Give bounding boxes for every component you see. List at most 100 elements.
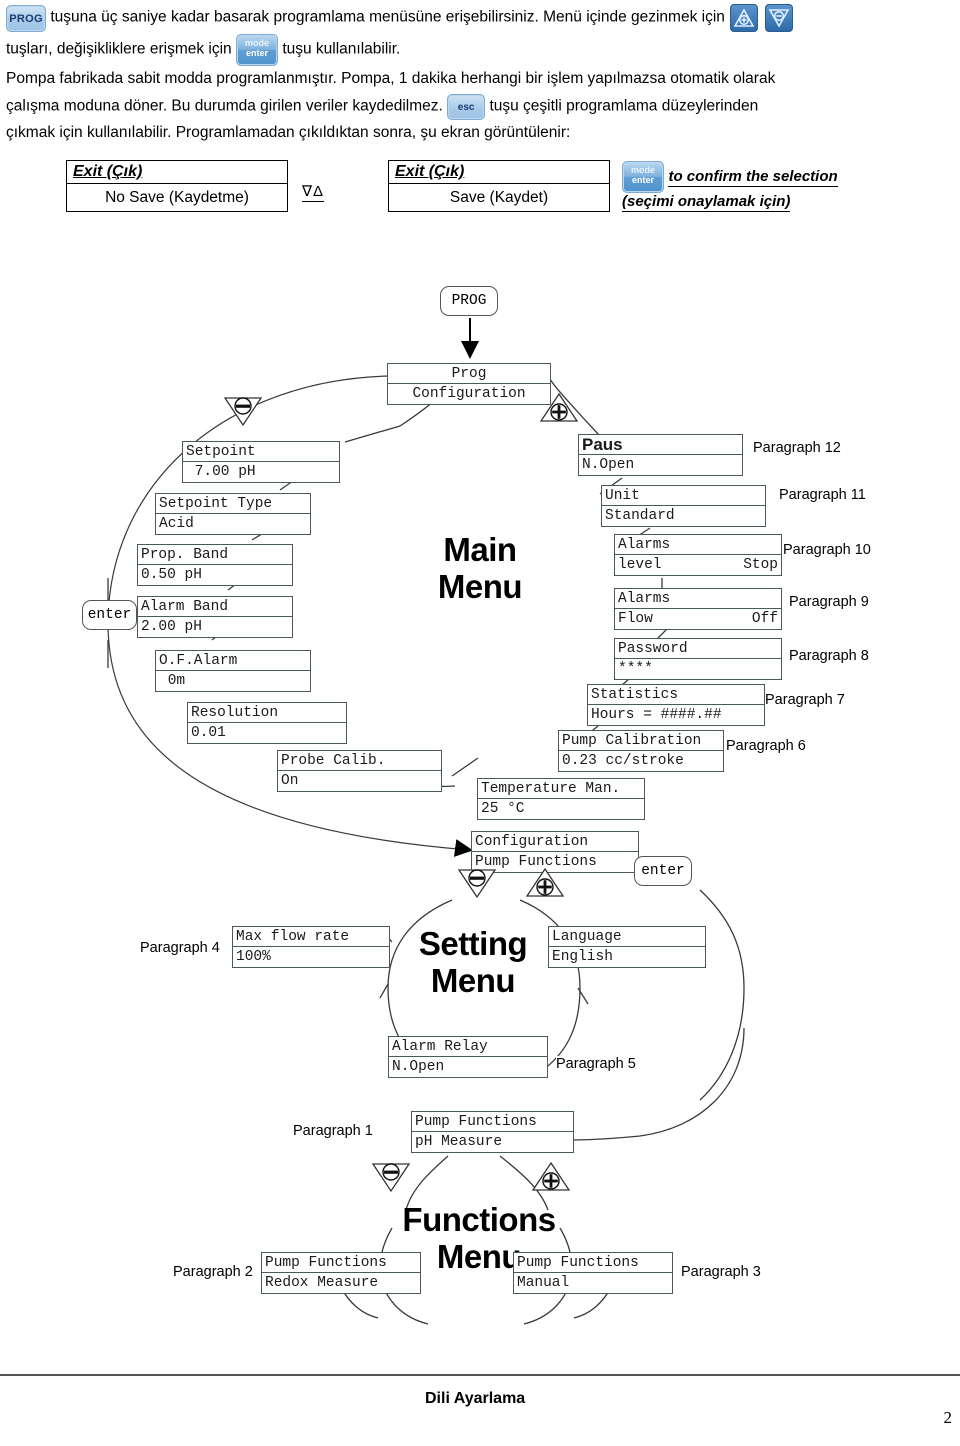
screen-setpoint: Setpoint 7.00 pH: [182, 441, 340, 483]
down-minus-triangle-icon-functions: [370, 1160, 412, 1199]
screen-line1: Setpoint: [186, 444, 256, 460]
up-plus-triangle-icon-functions: [530, 1160, 572, 1199]
intro-text-3: tuşu kullanılabilir.: [282, 40, 401, 58]
screen-prop-band: Prop. Band 0.50 pH: [137, 544, 293, 586]
setting-menu-line1: Setting: [418, 925, 528, 962]
menu-flow-diagram: PROG Prog Configuration Setpoint 7.00 pH…: [0, 228, 960, 1368]
setting-menu-line2: Menu: [430, 961, 516, 999]
exit-screen-no-save: Exit (Çık) No Save (Kaydetme): [66, 160, 288, 212]
down-minus-triangle-icon-setting: [456, 866, 498, 905]
enter-button-right[interactable]: enter: [634, 856, 692, 886]
footer-divider: [0, 1374, 960, 1376]
screen-line2: Redox Measure: [265, 1275, 379, 1291]
screen-line2: 100%: [236, 949, 271, 965]
screen-line1: Temperature Man.: [481, 781, 621, 797]
screen-line1: Pump Functions: [517, 1255, 639, 1271]
mode-key-label-2: mode: [630, 165, 655, 175]
screen-line1: O.F.Alarm: [159, 653, 238, 669]
up-triangle-plus-icon: [730, 4, 759, 32]
exit-save-title: Exit (Çık): [389, 161, 609, 184]
mode-enter-key-icon-2: mode enter: [622, 161, 664, 193]
screen-line1: Statistics: [591, 687, 679, 703]
down-minus-triangle-icon-main: [222, 394, 264, 433]
screen-line1: Pump Calibration: [562, 733, 702, 749]
enter-key-label: enter: [245, 48, 268, 59]
paragraph-label-5: Paragraph 5: [556, 1056, 636, 1072]
mode-enter-key-icon: mode enter: [236, 34, 278, 66]
screen-line2-right: Stop: [743, 557, 778, 573]
screen-line1: Unit: [605, 488, 640, 504]
esc-key-icon: esc: [447, 93, 486, 120]
setting-menu-label: Setting Menu: [405, 925, 541, 1000]
intro-text-4: Pompa fabrikada sabit modda programlanmı…: [6, 70, 776, 87]
screen-setpoint-type: Setpoint Type Acid: [155, 493, 311, 535]
up-down-nav-glyph: ∇Δ: [302, 183, 325, 202]
screen-line2: 0.01: [191, 725, 226, 741]
paragraph-label-8: Paragraph 8: [789, 648, 869, 664]
screen-line2: ****: [618, 661, 653, 677]
screen-line1: Language: [552, 929, 622, 945]
paragraph-label-9: Paragraph 9: [789, 594, 869, 610]
screen-line1: Pump Functions: [265, 1255, 387, 1271]
functions-menu-line1: Functions: [402, 1201, 556, 1238]
page-number: 2: [943, 1408, 953, 1427]
intro-text-5: çalışma moduna döner. Bu durumda girilen…: [6, 97, 443, 115]
screen-line1: Pump Functions: [415, 1114, 537, 1130]
screen-alarms-level: Alarms level Stop: [614, 534, 782, 576]
screen-resolution: Resolution 0.01: [187, 702, 347, 744]
down-triangle-minus-icon: [764, 4, 793, 32]
screen-line1: Alarm Relay: [392, 1039, 488, 1055]
screen-statistics: Statistics Hours = ####.##: [587, 684, 765, 726]
intro-text-7: çıkmak için kullanılabilir. Programlamad…: [6, 123, 571, 141]
screen-pump-functions-redox: Pump Functions Redox Measure: [261, 1252, 421, 1294]
prog-key-icon: PROG: [6, 4, 46, 32]
main-menu-label: Main Menu: [400, 531, 560, 606]
enter-button-left[interactable]: enter: [82, 600, 137, 630]
paragraph-label-11: Paragraph 11: [779, 487, 866, 503]
screen-password: Password ****: [614, 638, 782, 680]
intro-text-2: tuşları, değişikliklere erişmek için: [6, 40, 232, 58]
screen-line2: Acid: [159, 516, 194, 532]
screen-line2: 25 °C: [481, 801, 525, 817]
screen-line1: Alarms: [618, 537, 671, 553]
screen-line2: Standard: [605, 508, 675, 524]
screen-line2: 2.00 pH: [141, 619, 202, 635]
screen-pump-functions-ph: Pump Functions pH Measure: [411, 1111, 574, 1153]
screen-line2: Hours = ####.##: [591, 707, 722, 723]
screen-line2: 0.23 cc/stroke: [562, 753, 684, 769]
mode-key-label: mode: [244, 38, 269, 48]
screen-line1: Resolution: [191, 705, 279, 721]
screen-prog-configuration: Prog Configuration: [387, 363, 551, 405]
confirm-text-en: to confirm the selection: [668, 168, 838, 188]
screen-line2: pH Measure: [415, 1134, 503, 1150]
screen-probe-calib: Probe Calib. On: [277, 750, 442, 792]
screen-line1: Password: [618, 641, 688, 657]
intro-text-6: tuşu çeşitli programlama düzeylerinden: [489, 97, 759, 115]
screen-line1: Prop. Band: [141, 547, 229, 563]
prog-button[interactable]: PROG: [440, 286, 498, 316]
main-menu-line2: Menu: [437, 567, 523, 605]
screen-alarms-flow: Alarms Flow Off: [614, 588, 782, 630]
paragraph-label-12: Paragraph 12: [753, 440, 841, 456]
screen-pump-functions-manual: Pump Functions Manual: [513, 1252, 673, 1294]
paragraph-label-3: Paragraph 3: [681, 1264, 761, 1280]
screen-line1: Prog: [451, 366, 487, 382]
main-menu-line1: Main: [443, 531, 517, 568]
screen-line1: Alarms: [618, 591, 671, 607]
screen-temperature-man: Temperature Man. 25 °C: [477, 778, 645, 820]
up-plus-triangle-icon-setting: [524, 866, 566, 905]
screen-line2: N.Open: [392, 1059, 445, 1075]
exit-no-save-value: No Save (Kaydetme): [105, 189, 249, 206]
confirm-selection-note: mode enter to confirm the selection (seç…: [622, 161, 838, 212]
paragraph-label-10: Paragraph 10: [783, 542, 871, 558]
exit-no-save-title: Exit (Çık): [67, 161, 287, 184]
screen-line2: 7.00 pH: [186, 464, 256, 480]
paragraph-label-4: Paragraph 4: [140, 940, 220, 956]
confirm-text-tr: (seçimi onaylamak için): [622, 193, 791, 212]
screen-paus: Paus N.Open: [578, 434, 743, 476]
screen-line1: Probe Calib.: [281, 753, 386, 769]
screen-pump-calibration: Pump Calibration 0.23 cc/stroke: [558, 730, 724, 772]
screen-line2: level: [618, 557, 662, 573]
screen-unit: Unit Standard: [601, 485, 766, 527]
screen-alarm-relay: Alarm Relay N.Open: [388, 1036, 548, 1078]
